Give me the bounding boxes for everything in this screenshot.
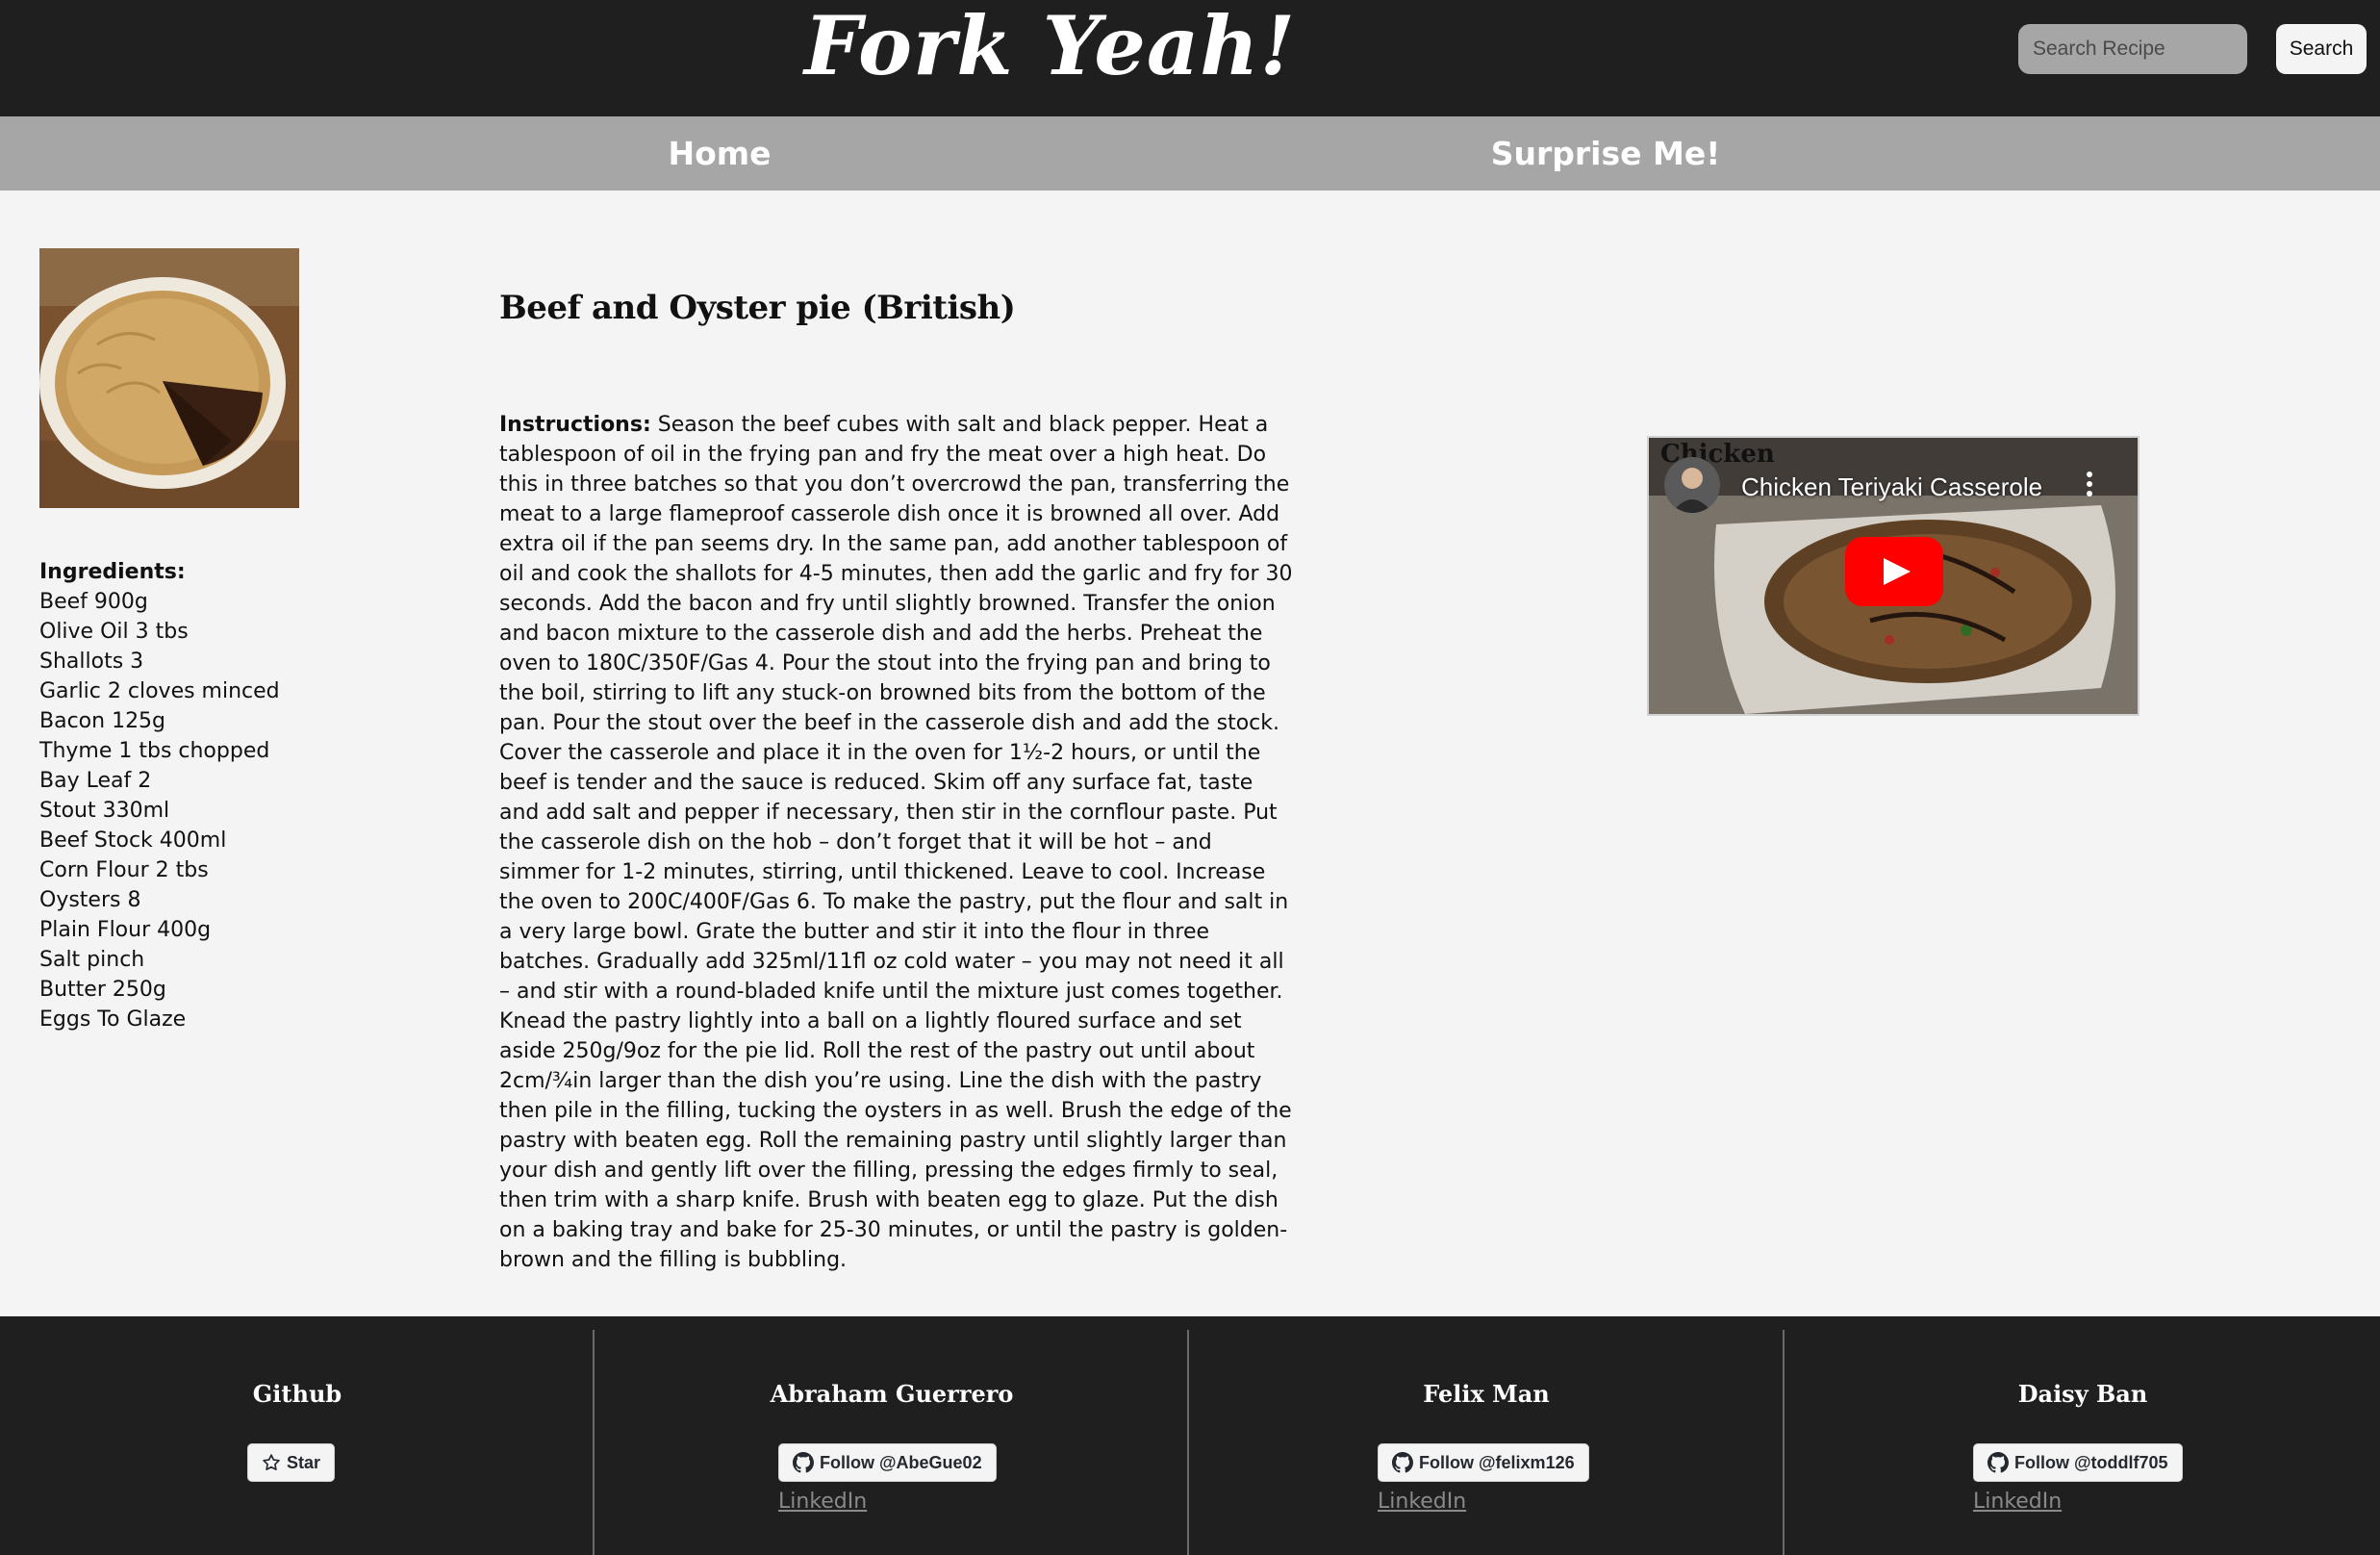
instructions-text: Season the beef cubes with salt and blac… [499, 413, 1293, 1272]
ingredients-label: Ingredients: [39, 560, 186, 584]
ingredient-item: Butter 250g [39, 978, 166, 1002]
footer-column-felix: Felix Man Follow @felixm126 LinkedIn [1189, 1330, 1784, 1555]
star-button[interactable]: Star [247, 1443, 336, 1482]
header: Fork Yeah! Search [0, 0, 2380, 116]
follow-button-label: Follow @toddlf705 [2014, 1452, 2168, 1472]
footer-column-github: Github Star [0, 1330, 595, 1555]
ingredient-item: Beef Stock 400ml [39, 828, 227, 853]
channel-avatar[interactable] [1664, 457, 1720, 513]
ingredient-item: Shallots 3 [39, 650, 144, 674]
play-icon [1884, 558, 1911, 585]
star-button-label: Star [287, 1452, 321, 1472]
ingredient-item: Bay Leaf 2 [39, 769, 152, 793]
site-logo[interactable]: Fork Yeah! [804, 0, 1296, 96]
linkedin-link[interactable]: LinkedIn [778, 1490, 867, 1514]
follow-felixm126-button[interactable]: Follow @felixm126 [1378, 1443, 1589, 1482]
nav-home-link[interactable]: Home [668, 116, 771, 191]
footer-column-title: Abraham Guerrero [770, 1380, 1014, 1408]
footer-divider [1783, 1330, 1785, 1555]
footer-column-title: Felix Man [1423, 1380, 1550, 1408]
ingredients-list: Ingredients: Beef 900g Olive Oil 3 tbs S… [39, 557, 443, 1034]
nav-bar: Home Surprise Me! [0, 116, 2380, 191]
video-embed[interactable]: Chicken Chicken Teriyaki Casserole [1647, 436, 2139, 716]
github-icon [1392, 1452, 1413, 1473]
instructions-label: Instructions: [499, 413, 651, 437]
ingredient-item: Salt pinch [39, 948, 145, 972]
ingredient-item: Plain Flour 400g [39, 918, 212, 942]
star-icon [263, 1454, 280, 1470]
ingredient-item: Bacon 125g [39, 709, 166, 733]
ingredient-item: Eggs To Glaze [39, 1007, 187, 1032]
more-options-icon[interactable] [2086, 471, 2093, 502]
footer-column-daisy: Daisy Ban Follow @toddlf705 LinkedIn [1785, 1330, 2380, 1555]
ingredient-item: Stout 330ml [39, 799, 170, 823]
linkedin-link[interactable]: LinkedIn [1973, 1490, 2062, 1514]
ingredient-item: Thyme 1 tbs chopped [39, 739, 270, 763]
github-icon [1988, 1452, 2009, 1473]
footer-column-title: Github [252, 1380, 342, 1408]
video-title[interactable]: Chicken Teriyaki Casserole [1741, 472, 2042, 502]
follow-button-label: Follow @felixm126 [1419, 1452, 1575, 1472]
follow-button-label: Follow @AbeGue02 [820, 1452, 982, 1472]
footer-column-title: Daisy Ban [2017, 1380, 2148, 1408]
footer-column-abraham: Abraham Guerrero Follow @AbeGue02 Linked… [595, 1330, 1189, 1555]
follow-abegue02-button[interactable]: Follow @AbeGue02 [778, 1443, 997, 1482]
nav-surprise-me-link[interactable]: Surprise Me! [1491, 116, 1721, 191]
follow-toddlf705-button[interactable]: Follow @toddlf705 [1973, 1443, 2183, 1482]
footer: Github Star Abraham Guerrero Follow @Abe… [0, 1316, 2380, 1555]
ingredient-item: Garlic 2 cloves minced [39, 679, 280, 703]
play-button[interactable] [1845, 537, 1943, 606]
search-button[interactable]: Search [2276, 24, 2367, 74]
recipe-title: Beef and Oyster pie (British) [499, 289, 1016, 327]
recipe-image [39, 248, 299, 508]
ingredient-item: Oysters 8 [39, 888, 141, 912]
ingredient-item: Corn Flour 2 tbs [39, 858, 209, 882]
linkedin-link[interactable]: LinkedIn [1378, 1490, 1466, 1514]
recipe-instructions: Instructions: Season the beef cubes with… [499, 410, 1298, 1275]
github-icon [793, 1452, 814, 1473]
ingredient-item: Beef 900g [39, 590, 148, 614]
search-input[interactable] [2018, 24, 2247, 74]
ingredient-item: Olive Oil 3 tbs [39, 620, 189, 644]
